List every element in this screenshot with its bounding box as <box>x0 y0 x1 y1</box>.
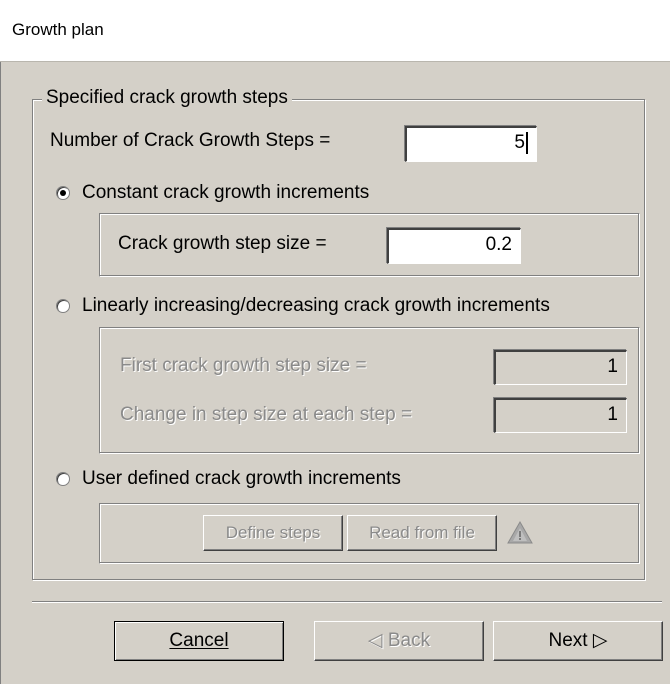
constant-option-label[interactable]: Constant crack growth increments <box>82 182 369 204</box>
cancel-button-label: Cancel <box>169 630 229 651</box>
first-step-input[interactable]: 1 <box>494 350 627 385</box>
step-size-value: 0.2 <box>485 234 512 255</box>
change-step-value: 1 <box>607 404 618 425</box>
change-step-label: Change in step size at each step = <box>120 404 413 425</box>
user-option-label[interactable]: User defined crack growth increments <box>82 468 401 490</box>
group-legend: Specified crack growth steps <box>42 87 292 109</box>
cancel-button[interactable]: Cancel <box>114 621 284 661</box>
next-icon: ▷ <box>592 630 608 651</box>
linear-option-label[interactable]: Linearly increasing/decreasing crack gro… <box>82 295 550 317</box>
title-bar: Growth plan <box>0 0 670 62</box>
change-step-input[interactable]: 1 <box>494 398 627 433</box>
first-step-value: 1 <box>607 356 618 377</box>
num-steps-value: 5 <box>514 132 525 153</box>
linear-panel <box>99 327 640 454</box>
next-button[interactable]: Next ▷ <box>493 621 663 661</box>
define-steps-button[interactable]: Define steps <box>203 515 343 551</box>
step-size-input[interactable]: 0.2 <box>387 228 521 264</box>
read-from-file-label: Read from file <box>369 523 475 542</box>
warning-triangle-icon <box>507 520 533 544</box>
define-steps-label: Define steps <box>225 523 321 542</box>
radio-linear[interactable] <box>56 299 70 313</box>
back-button[interactable]: ◁ Back <box>314 621 484 661</box>
first-step-label: First crack growth step size = <box>120 355 367 376</box>
radio-user[interactable] <box>56 472 70 486</box>
back-icon: ◁ <box>367 630 383 651</box>
step-size-label: Crack growth step size = <box>118 233 327 254</box>
back-button-label: Back <box>387 630 431 651</box>
read-from-file-button[interactable]: Read from file <box>347 515 497 551</box>
window-title: Growth plan <box>12 20 104 39</box>
num-steps-input[interactable]: 5 <box>405 126 537 162</box>
next-button-label: Next <box>548 630 588 651</box>
footer-separator <box>32 601 662 603</box>
radio-constant[interactable] <box>56 186 70 200</box>
text-cursor <box>526 131 528 154</box>
num-steps-label: Number of Crack Growth Steps = <box>50 130 331 151</box>
